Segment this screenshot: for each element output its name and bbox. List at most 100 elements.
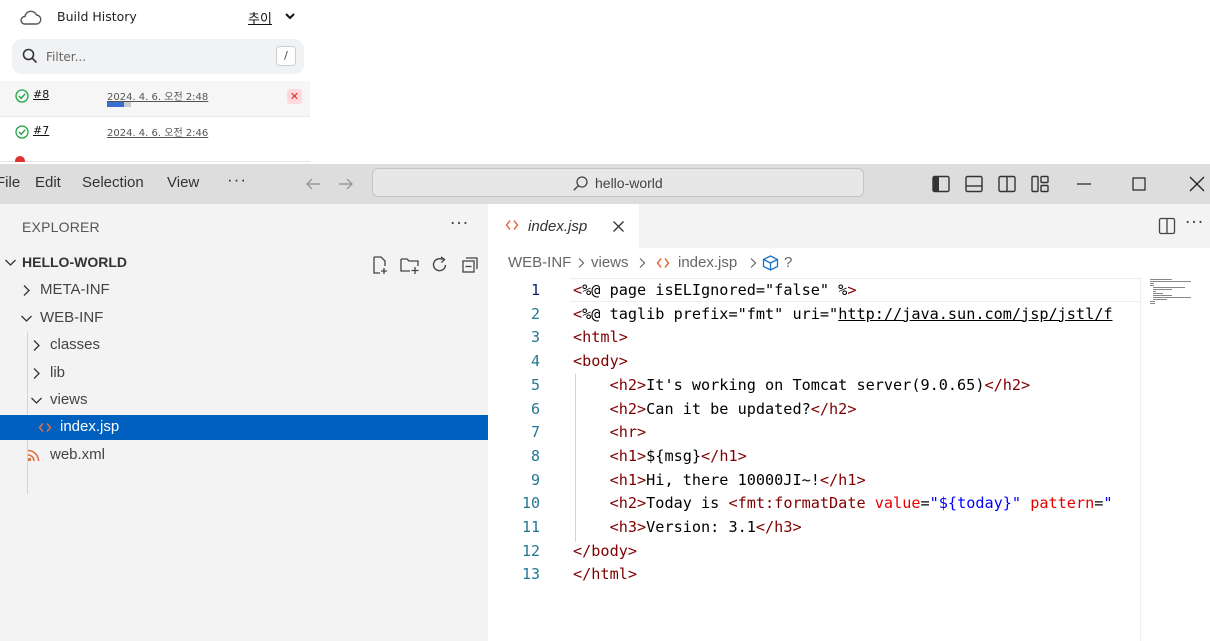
code-token: " [1103, 494, 1113, 513]
code-token: < [573, 304, 583, 323]
breadcrumb-item[interactable]: index.jsp [678, 254, 737, 271]
tree-folder-views[interactable]: views [0, 387, 488, 414]
build-row[interactable]: #8 2024. 4. 6. 오전 2:48 ✕ [0, 81, 310, 117]
maximize-icon[interactable] [1129, 174, 1149, 194]
build-number-link[interactable]: #8 [33, 88, 49, 101]
screen: Build History 추이 / #8 2024. 4. 6. 오전 2:4… [0, 0, 1210, 641]
customize-layout-icon[interactable] [1030, 174, 1050, 194]
tree-label: classes [50, 336, 101, 353]
toggle-secondary-sidebar-icon[interactable] [997, 174, 1017, 194]
command-center[interactable]: hello-world [372, 168, 864, 197]
tree-label: web.xml [50, 446, 106, 463]
collapse-all-icon[interactable] [460, 255, 480, 275]
build-number-link[interactable]: #7 [33, 124, 49, 137]
line-number: 12 [521, 541, 540, 560]
toggle-panel-icon[interactable] [964, 174, 984, 194]
menu-selection[interactable]: Selection [82, 174, 144, 191]
new-file-icon[interactable] [370, 255, 390, 275]
menu-view[interactable]: View [167, 174, 199, 191]
code-token: </h1> [701, 446, 747, 465]
build-row[interactable]: #7 2024. 4. 6. 오전 2:46 [0, 117, 310, 153]
tree-folder-lib[interactable]: lib [0, 360, 488, 387]
trend-link[interactable]: 추이 [248, 8, 272, 27]
code-line[interactable]: 2 <%@ taglib prefix="fmt" uri="http://jav… [488, 302, 1140, 326]
tree-file-index-jsp[interactable]: index.jsp [0, 415, 488, 440]
explorer-more-button[interactable]: ··· [450, 214, 469, 234]
build-filter-box[interactable]: / [12, 39, 304, 74]
code-text: <html> [573, 325, 628, 349]
code-line[interactable]: 10 <h2>Today is <fmt:formatDate value="$… [488, 491, 1140, 515]
chevron-right-icon [33, 368, 40, 379]
code-editor[interactable]: 1 <%@ page isELIgnored="false" %> 2 <%@ tag… [488, 278, 1140, 641]
code-token: pattern [1030, 494, 1095, 513]
minimize-icon[interactable] [1074, 174, 1094, 194]
code-line[interactable]: 4 <body> [488, 349, 1140, 373]
toggle-primary-sidebar-icon[interactable] [931, 174, 951, 194]
new-folder-icon[interactable] [400, 255, 420, 275]
tree-label: WEB-INF [40, 309, 104, 326]
tab-index-jsp[interactable]: index.jsp [488, 204, 639, 248]
explorer-title: EXPLORER [22, 219, 100, 235]
code-token: <h2> [609, 375, 647, 394]
menu-file[interactable]: File [0, 174, 20, 191]
cancel-build-button[interactable]: ✕ [287, 89, 302, 104]
code-file-icon [505, 220, 519, 230]
code-line[interactable]: 8 <h1>${msg}</h1> [488, 444, 1140, 468]
close-window-icon[interactable] [1187, 174, 1207, 194]
workspace-root[interactable]: HELLO-WORLD [0, 249, 488, 276]
code-token: <h2> [609, 494, 647, 513]
editor-more-button[interactable]: ··· [1185, 213, 1204, 233]
code-text: <h1>${msg}</h1> [573, 444, 747, 468]
code-token: </html> [573, 565, 638, 584]
line-number: 13 [521, 565, 540, 584]
code-line[interactable]: 3 <html> [488, 325, 1140, 349]
breadcrumb-item[interactable]: views [591, 254, 629, 271]
code-token: Hi, there 10000JI~! [646, 470, 820, 489]
code-token: <fmt:formatDate [728, 494, 875, 513]
close-icon[interactable] [612, 220, 625, 233]
code-token: </body> [573, 541, 638, 560]
build-date-link[interactable]: 2024. 4. 6. 오전 2:46 [107, 124, 208, 139]
line-number: 3 [530, 328, 540, 347]
code-text: <h2>It's working on Tomcat server(9.0.65… [573, 373, 1031, 397]
tree-folder-meta-inf[interactable]: META-INF [0, 277, 488, 304]
code-token: <hr> [609, 423, 647, 442]
build-filter-input[interactable] [46, 48, 246, 66]
code-line[interactable]: 11 <h3>Version: 3.1</h3> [488, 515, 1140, 539]
menu-more[interactable]: ··· [227, 170, 247, 190]
code-line[interactable]: 5 <h2>It's working on Tomcat server(9.0.… [488, 373, 1140, 397]
code-token[interactable]: http://java.sun.com/jsp/jstl/f [838, 305, 1112, 323]
chevron-right-icon [639, 258, 646, 268]
code-token: Version: 3.1 [646, 518, 756, 536]
code-file-icon [656, 258, 670, 268]
tree-file-web-xml[interactable]: web.xml [0, 442, 488, 469]
tree-folder-classes[interactable]: classes [0, 332, 488, 359]
minimap-line [1152, 287, 1185, 288]
minimap[interactable] [1140, 278, 1210, 641]
breadcrumb-item[interactable]: ? [784, 254, 792, 271]
split-editor-icon[interactable] [1158, 217, 1176, 235]
code-text: </html> [573, 562, 637, 586]
code-line[interactable]: 1 <%@ page isELIgnored="false" %> [488, 278, 1140, 302]
code-token: %@ page isELIgnored="false" % [582, 281, 848, 299]
tree-folder-web-inf[interactable]: WEB-INF [0, 305, 488, 332]
arrow-right-icon[interactable] [337, 175, 355, 193]
code-token: <h3> [609, 518, 647, 536]
arrow-left-icon[interactable] [304, 175, 322, 193]
build-date-link[interactable]: 2024. 4. 6. 오전 2:48 [107, 88, 208, 103]
breadcrumb-item[interactable]: WEB-INF [508, 254, 571, 271]
code-line[interactable]: 12 </body> [488, 539, 1140, 563]
code-token: </h1> [819, 470, 866, 489]
code-line[interactable]: 9 <h1>Hi, there 10000JI~!</h1> [488, 468, 1140, 492]
code-line[interactable]: 13 </html> [488, 562, 1140, 586]
command-center-text: hello-world [595, 175, 663, 191]
menu-edit[interactable]: Edit [35, 174, 61, 191]
chevron-down-icon[interactable] [283, 9, 297, 23]
refresh-icon[interactable] [430, 255, 450, 275]
code-line[interactable]: 7 <hr> [488, 420, 1140, 444]
code-line[interactable]: 6 <h2>Can it be updated?</h2> [488, 397, 1140, 421]
chevron-down-icon [21, 315, 32, 322]
